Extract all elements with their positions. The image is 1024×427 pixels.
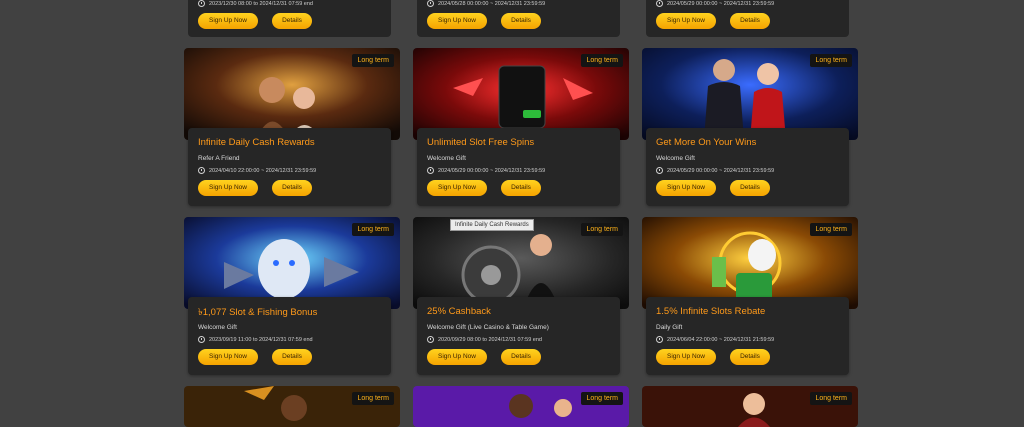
promo-card-partial: 2023/12/30 08:00 to 2024/12/31 07:59 end…: [188, 0, 391, 37]
details-button[interactable]: Details: [501, 349, 541, 365]
tooltip: Infinite Daily Cash Rewards: [450, 219, 534, 231]
details-button[interactable]: Details: [730, 13, 770, 29]
promo-banner-image[interactable]: Long term: [184, 386, 400, 427]
promo-banner-image[interactable]: Long term: [184, 48, 400, 140]
promo-info-panel: Get More On Your Wins Welcome Gift 2024/…: [646, 128, 849, 206]
promo-card-partial: 2024/05/28 00:00:00 ~ 2024/12/31 23:59:5…: [417, 0, 620, 37]
promo-banner-image[interactable]: Long term: [184, 217, 400, 309]
clock-icon: [198, 0, 205, 7]
promo-subtitle: Welcome Gift: [198, 324, 237, 331]
clock-icon: [656, 336, 663, 343]
sign-up-button[interactable]: Sign Up Now: [427, 13, 487, 29]
details-button[interactable]: Details: [730, 180, 770, 196]
promo-banner-image[interactable]: Long term: [642, 48, 858, 140]
sign-up-button[interactable]: Sign Up Now: [198, 180, 258, 196]
promo-time: 2023/12/30 08:00 to 2024/12/31 07:59 end: [209, 0, 313, 7]
promo-banner-image[interactable]: Long term: [413, 386, 629, 427]
promo-title: Get More On Your Wins: [656, 137, 757, 148]
promo-subtitle: Welcome Gift (Live Casino & Table Game): [427, 324, 549, 331]
sign-up-button[interactable]: Sign Up Now: [656, 349, 716, 365]
promo-time: 2024/05/28 00:00:00 ~ 2024/12/31 23:59:5…: [438, 0, 546, 7]
promo-banner-image[interactable]: Long term: [642, 217, 858, 309]
long-term-badge: Long term: [810, 392, 852, 405]
clock-icon: [427, 167, 434, 174]
promo-time: 2024/05/29 00:00:00 ~ 2024/12/31 23:59:5…: [438, 167, 546, 174]
promo-title: 1.5% Infinite Slots Rebate: [656, 306, 766, 317]
clock-icon: [198, 336, 205, 343]
promo-info-panel: Infinite Daily Cash Rewards Refer A Frie…: [188, 128, 391, 206]
promo-title: 25% Cashback: [427, 306, 491, 317]
sign-up-button[interactable]: Sign Up Now: [198, 13, 258, 29]
long-term-badge: Long term: [810, 54, 852, 67]
promo-time: 2024/06/04 22:00:00 ~ 2024/12/31 21:59:5…: [667, 336, 775, 343]
promo-time: 2024/05/29 00:00:00 ~ 2024/12/31 23:59:5…: [667, 167, 775, 174]
promo-time: 2024/04/10 22:00:00 ~ 2024/12/31 23:59:5…: [209, 167, 317, 174]
promo-card-partial: 2024/05/29 00:00:00 ~ 2024/12/31 23:59:5…: [646, 0, 849, 37]
promo-title: Infinite Daily Cash Rewards: [198, 137, 315, 148]
details-button[interactable]: Details: [272, 13, 312, 29]
promo-info-panel: 25% Cashback Welcome Gift (Live Casino &…: [417, 297, 620, 375]
sign-up-button[interactable]: Sign Up Now: [427, 349, 487, 365]
promo-title: ৳1,077 Slot & Fishing Bonus: [198, 307, 318, 318]
clock-icon: [427, 0, 434, 7]
long-term-badge: Long term: [581, 54, 623, 67]
promo-subtitle: Refer A Friend: [198, 155, 240, 162]
details-button[interactable]: Details: [730, 349, 770, 365]
clock-icon: [427, 336, 434, 343]
long-term-badge: Long term: [810, 223, 852, 236]
promo-info-panel: Unlimited Slot Free Spins Welcome Gift 2…: [417, 128, 620, 206]
promo-banner-image[interactable]: Long term: [642, 386, 858, 427]
promo-time: 2020/09/29 08:00 to 2024/12/31 07:59 end: [438, 336, 542, 343]
clock-icon: [656, 167, 663, 174]
clock-icon: [198, 167, 205, 174]
long-term-badge: Long term: [581, 392, 623, 405]
sign-up-button[interactable]: Sign Up Now: [656, 13, 716, 29]
long-term-badge: Long term: [352, 54, 394, 67]
clock-icon: [656, 0, 663, 7]
details-button[interactable]: Details: [272, 180, 312, 196]
long-term-badge: Long term: [581, 223, 623, 236]
details-button[interactable]: Details: [501, 13, 541, 29]
promo-info-panel: 1.5% Infinite Slots Rebate Daily Gift 20…: [646, 297, 849, 375]
details-button[interactable]: Details: [272, 349, 312, 365]
long-term-badge: Long term: [352, 223, 394, 236]
promo-subtitle: Welcome Gift: [656, 155, 695, 162]
promo-title: Unlimited Slot Free Spins: [427, 137, 535, 148]
sign-up-button[interactable]: Sign Up Now: [656, 180, 716, 196]
details-button[interactable]: Details: [501, 180, 541, 196]
promo-time: 2024/05/29 00:00:00 ~ 2024/12/31 23:59:5…: [667, 0, 775, 7]
promotions-grid: 2023/12/30 08:00 to 2024/12/31 07:59 end…: [0, 0, 1024, 427]
promo-banner-image[interactable]: Long term: [413, 48, 629, 140]
promo-time: 2023/09/19 11:00 to 2024/12/31 07:59 end: [209, 336, 313, 343]
promo-subtitle: Welcome Gift: [427, 155, 466, 162]
promo-info-panel: ৳1,077 Slot & Fishing Bonus Welcome Gift…: [188, 297, 391, 375]
sign-up-button[interactable]: Sign Up Now: [427, 180, 487, 196]
promo-subtitle: Daily Gift: [656, 324, 683, 331]
long-term-badge: Long term: [352, 392, 394, 405]
sign-up-button[interactable]: Sign Up Now: [198, 349, 258, 365]
